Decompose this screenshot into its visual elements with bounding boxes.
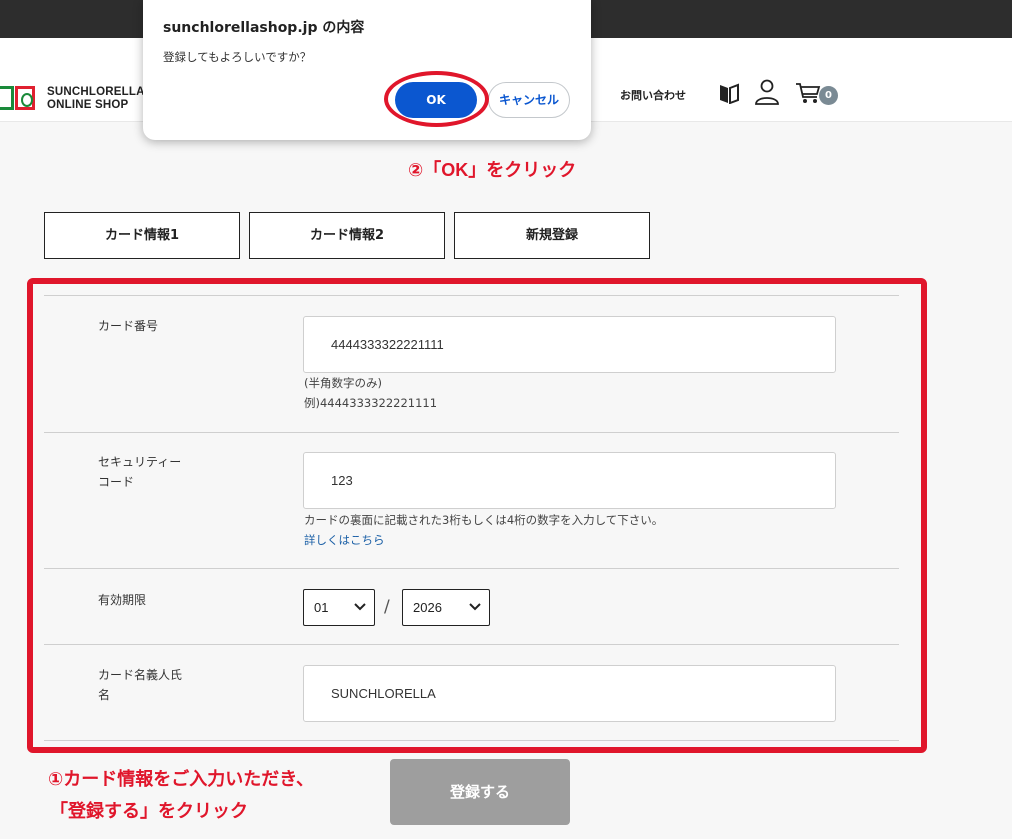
step1-annotation-line1: ①カード情報をご入力いただき、: [48, 769, 314, 789]
security-code-input[interactable]: 123: [303, 452, 836, 509]
row-divider: [44, 644, 899, 645]
chevron-down-icon: [469, 603, 481, 611]
expiry-year-value: 2026: [413, 600, 442, 615]
book-icon[interactable]: [719, 82, 739, 104]
card-number-label: カード番号: [98, 319, 159, 333]
cardholder-label-line2: 名: [98, 688, 111, 702]
tab-card-info-2[interactable]: カード情報2: [249, 212, 445, 259]
logo-text[interactable]: SUNCHLORELLA ONLINE SHOP: [47, 86, 145, 112]
row-divider: [44, 740, 899, 741]
expiry-month-value: 01: [314, 600, 329, 615]
logo-line2: ONLINE SHOP: [47, 99, 129, 111]
security-code-label-line2: コード: [98, 475, 135, 489]
cardholder-label: カード名義人氏 名: [98, 665, 182, 705]
cart-count-badge: 0: [819, 86, 838, 105]
security-code-help: カードの裏面に記載された3桁もしくは4桁の数字を入力して下さい。: [304, 513, 664, 527]
chevron-down-icon: [354, 603, 366, 611]
card-number-help: (半角数字のみ): [304, 376, 382, 390]
contact-link[interactable]: お問い合わせ: [620, 87, 686, 103]
tab-new-registration[interactable]: 新規登録: [454, 212, 650, 259]
step1-annotation-line2: 「登録する」をクリック: [50, 801, 248, 821]
logo-line1: SUNCHLORELLA: [47, 86, 145, 98]
row-divider: [44, 432, 899, 433]
security-code-label-line1: セキュリティー: [98, 455, 182, 469]
confirm-dialog: sunchlorellashop.jp の内容 登録してもよろしいですか？ OK…: [143, 0, 591, 140]
step2-annotation: ②「OK」をクリック: [408, 160, 577, 180]
security-code-details-link[interactable]: 詳しくはこちら: [304, 530, 385, 550]
cardholder-label-line1: カード名義人氏: [98, 668, 183, 682]
dialog-title: sunchlorellashop.jp の内容: [163, 20, 365, 36]
row-divider: [44, 295, 899, 296]
cardholder-input[interactable]: SUNCHLORELLA: [303, 665, 836, 722]
user-icon[interactable]: [754, 79, 780, 105]
expiry-month-select[interactable]: 01: [303, 589, 375, 626]
tab-card-info-1[interactable]: カード情報1: [44, 212, 240, 259]
ok-button[interactable]: OK: [395, 82, 477, 118]
card-number-example: 例)4444333322221111: [304, 396, 438, 410]
expiry-separator: /: [384, 597, 390, 617]
expiry-label: 有効期限: [98, 593, 147, 607]
dialog-message: 登録してもよろしいですか？: [163, 50, 312, 64]
logo-square-green: [0, 86, 14, 110]
expiry-year-select[interactable]: 2026: [402, 589, 490, 626]
security-code-label: セキュリティー コード: [98, 452, 181, 492]
cancel-button[interactable]: キャンセル: [488, 82, 570, 118]
logo-square-red: [15, 86, 35, 110]
register-button[interactable]: 登録する: [390, 759, 570, 825]
card-number-input[interactable]: 4444333322221111: [303, 316, 836, 373]
row-divider: [44, 568, 899, 569]
logo-mark[interactable]: [0, 86, 38, 110]
